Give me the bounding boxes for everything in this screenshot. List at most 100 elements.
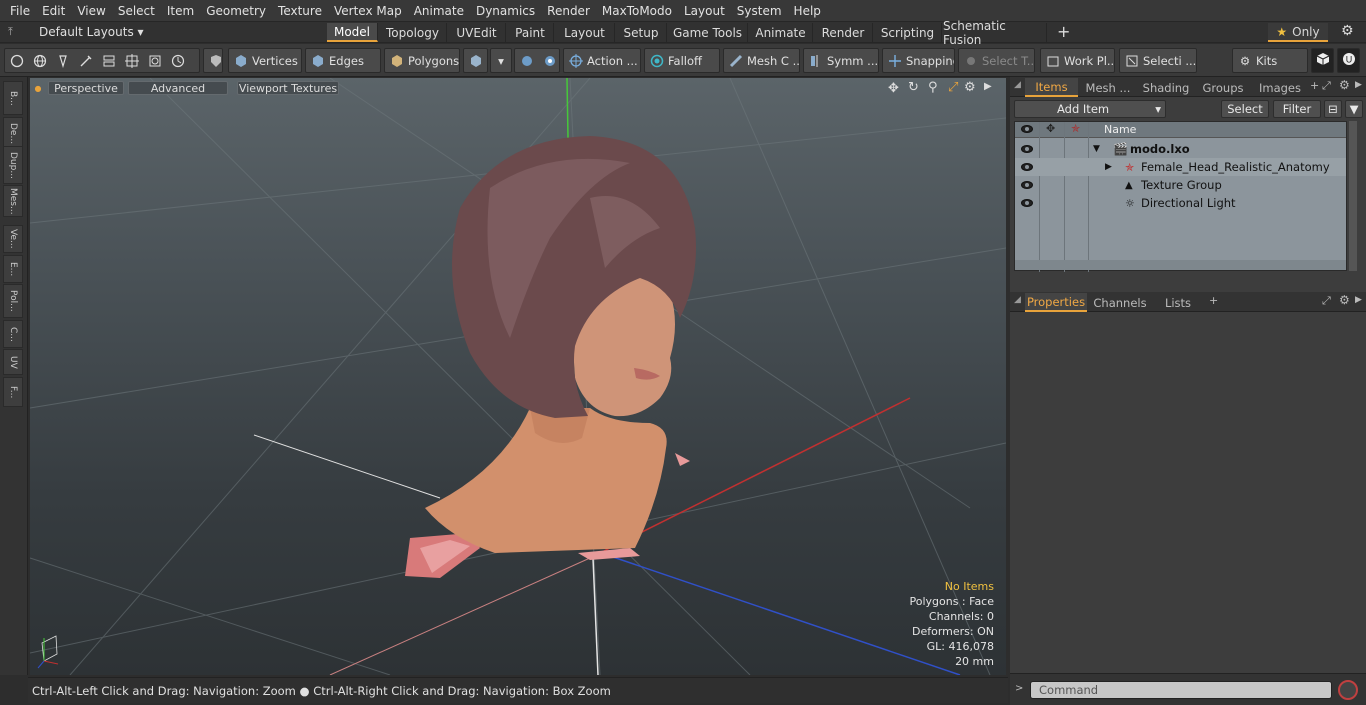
work-plane-button[interactable]: Work Pl...: [1040, 48, 1115, 73]
lock-column-icon[interactable]: ✥: [1046, 122, 1055, 135]
menu-file[interactable]: File: [0, 4, 30, 18]
unreal-button[interactable]: U: [1337, 48, 1360, 73]
menu-animate[interactable]: Animate: [404, 4, 464, 18]
tab-paint[interactable]: Paint: [507, 23, 554, 42]
tab-lists[interactable]: Lists: [1152, 293, 1204, 312]
viewport-menu-dot[interactable]: ●: [35, 81, 42, 95]
panel-popout-icon[interactable]: ⤢: [1322, 79, 1331, 93]
shield-button[interactable]: [203, 48, 223, 73]
panel-corner-icon[interactable]: ◢: [1014, 80, 1021, 90]
gear-icon[interactable]: ⚙: [1341, 23, 1354, 39]
frame-icon[interactable]: [147, 53, 163, 69]
default-layouts-dropdown[interactable]: Default Layouts ▾: [39, 25, 144, 39]
tab-uvedit[interactable]: UVEdit: [448, 23, 506, 42]
menu-edit[interactable]: Edit: [32, 4, 65, 18]
tab-groups[interactable]: Groups: [1197, 78, 1249, 97]
viewport-textures-button[interactable]: Viewport Textures: [237, 81, 339, 95]
add-item-dropdown[interactable]: Add Item ▾: [1014, 100, 1166, 118]
add-properties-tab-icon[interactable]: +: [1209, 294, 1218, 307]
menu-help[interactable]: Help: [784, 4, 821, 18]
eye-icon[interactable]: [1021, 181, 1033, 189]
vertices-button[interactable]: Vertices: [228, 48, 302, 73]
tree-row-texture-group[interactable]: ▲ Texture Group: [1015, 176, 1346, 194]
brush-icon[interactable]: [78, 53, 94, 69]
perspective-button[interactable]: Perspective: [48, 81, 124, 95]
falloff-button[interactable]: Falloff: [644, 48, 720, 73]
unity-button[interactable]: [1311, 48, 1334, 73]
select-button[interactable]: Select: [1221, 100, 1269, 118]
maximize-view-icon[interactable]: ⤢: [948, 80, 958, 95]
move-view-icon[interactable]: ✥: [888, 81, 899, 96]
mode-dropdown-button[interactable]: ▾: [490, 48, 512, 73]
properties-gear-icon[interactable]: ⚙: [1339, 293, 1350, 307]
menu-item[interactable]: Item: [157, 4, 194, 18]
left-tab-curve[interactable]: C...: [3, 320, 23, 348]
menu-maxtomodo[interactable]: MaxToModo: [592, 4, 672, 18]
center-icon[interactable]: [124, 53, 140, 69]
render-column-icon[interactable]: ✯: [1071, 122, 1080, 135]
kits-button[interactable]: ⚙ Kits: [1232, 48, 1308, 73]
mesh-constraint-button[interactable]: Mesh C ...: [723, 48, 800, 73]
item-list-scrollbar[interactable]: [1015, 260, 1346, 270]
funnel-button[interactable]: ▼: [1345, 100, 1363, 118]
collapse-button[interactable]: ⊟: [1324, 100, 1342, 118]
eye-icon[interactable]: [1021, 199, 1033, 207]
select-through-button[interactable]: Select T...: [958, 48, 1035, 73]
tab-animate[interactable]: Animate: [749, 23, 813, 42]
record-macro-icon[interactable]: [1338, 680, 1358, 700]
panel-expand-icon[interactable]: ▶: [1355, 80, 1362, 90]
tab-shading[interactable]: Shading: [1140, 78, 1192, 97]
tab-layout[interactable]: Layout: [555, 23, 615, 42]
menu-render[interactable]: Render: [537, 4, 590, 18]
align-icon[interactable]: [101, 53, 117, 69]
menu-system[interactable]: System: [727, 4, 782, 18]
menu-layout[interactable]: Layout: [674, 4, 725, 18]
properties-expand-icon[interactable]: ▶: [1355, 295, 1362, 305]
tab-render[interactable]: Render: [814, 23, 873, 42]
left-tab-basic[interactable]: B...: [3, 81, 23, 115]
left-tab-duplicate[interactable]: Dup...: [3, 146, 23, 184]
viewport-gear-icon[interactable]: ⚙: [964, 80, 976, 95]
item-list-vscroll[interactable]: [1349, 121, 1357, 271]
edges-button[interactable]: Edges: [305, 48, 381, 73]
globe-icon[interactable]: [32, 53, 48, 69]
collapse-arrow-icon[interactable]: ▼: [1093, 144, 1100, 154]
tab-scripting[interactable]: Scripting: [874, 23, 942, 42]
panel-gear-icon[interactable]: ⚙: [1339, 78, 1350, 92]
tree-row-scene[interactable]: ▼ 🎬 modo.lxo: [1015, 140, 1346, 158]
expand-arrow-icon[interactable]: ▶: [1105, 162, 1112, 172]
left-tab-vertex[interactable]: Ve...: [3, 225, 23, 253]
tab-mesh[interactable]: Mesh ...: [1082, 78, 1134, 97]
tab-setup[interactable]: Setup: [616, 23, 667, 42]
pen-icon[interactable]: [55, 53, 71, 69]
left-tab-uv[interactable]: UV: [3, 349, 23, 375]
left-tab-polygon[interactable]: Pol...: [3, 284, 23, 318]
menu-dynamics[interactable]: Dynamics: [466, 4, 535, 18]
tab-channels[interactable]: Channels: [1092, 293, 1148, 312]
left-tab-mesh-edit[interactable]: Mes...: [3, 185, 23, 217]
rotate-view-icon[interactable]: ↻: [908, 80, 919, 95]
tab-topology[interactable]: Topology: [379, 23, 447, 42]
add-panel-tab-icon[interactable]: +: [1310, 79, 1319, 92]
action-center-button[interactable]: Action ...: [563, 48, 641, 73]
command-input[interactable]: Command: [1030, 681, 1332, 699]
eye-icon[interactable]: [1021, 163, 1033, 171]
properties-popout-icon[interactable]: ⤢: [1322, 294, 1331, 308]
properties-corner-icon[interactable]: ◢: [1014, 295, 1021, 305]
snapping-button[interactable]: Snapping: [882, 48, 955, 73]
3d-viewport[interactable]: ● Perspective Advanced Viewport Textures…: [30, 78, 1006, 675]
zoom-view-icon[interactable]: ⚲: [928, 80, 938, 95]
left-tab-edge[interactable]: E...: [3, 255, 23, 283]
tab-game-tools[interactable]: Game Tools: [668, 23, 748, 42]
filter-button[interactable]: Filter: [1273, 100, 1321, 118]
tree-row-light[interactable]: ☼ Directional Light: [1015, 194, 1346, 212]
left-tab-fusion[interactable]: F...: [3, 377, 23, 407]
clock-icon[interactable]: [170, 53, 186, 69]
name-column-header[interactable]: Name: [1104, 123, 1136, 136]
eye-icon[interactable]: [1021, 145, 1033, 153]
advanced-button[interactable]: Advanced: [128, 81, 228, 95]
tab-images[interactable]: Images: [1254, 78, 1306, 97]
menu-texture[interactable]: Texture: [268, 4, 322, 18]
only-toggle[interactable]: ★ Only: [1268, 23, 1328, 42]
tab-model[interactable]: Model: [327, 23, 378, 42]
